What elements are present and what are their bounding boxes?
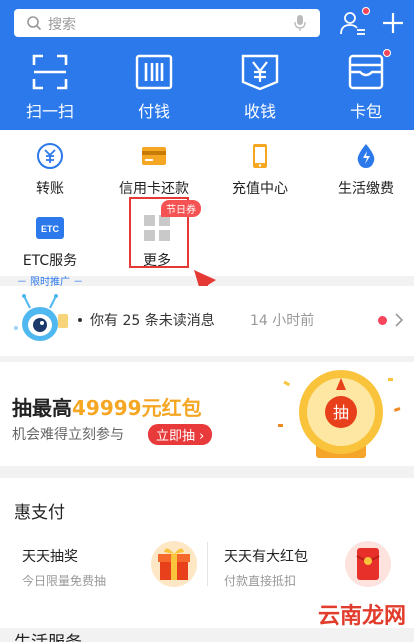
ant-mascot-icon [14, 294, 68, 341]
festival-coupon-badge: 节日券 [161, 200, 201, 217]
message-red-dot [378, 316, 387, 325]
card-divider [207, 542, 208, 586]
card-wallet-icon [348, 54, 384, 90]
message-bar[interactable]: 你有 25 条未读消息 14 小时前 [0, 286, 414, 356]
etc-icon: ETC [36, 217, 64, 239]
etc-icon-text: ETC [41, 224, 60, 234]
card-subtitle: 付款直接抵扣 [224, 574, 297, 588]
prize-wheel-icon: 抽 [278, 370, 401, 458]
chevron-right-icon [395, 313, 404, 327]
pay-button[interactable]: 付钱 [104, 52, 204, 122]
big-red-packet-card[interactable]: 天天有大红包 付款直接抵扣 [212, 534, 402, 594]
etc-button[interactable]: ETC ETC服务 － 限时推广 － [0, 214, 100, 288]
recharge-label: 充值中心 [232, 181, 288, 197]
notification-dot [362, 7, 370, 15]
phone-recharge-icon [253, 144, 267, 168]
collect-money-icon [241, 54, 279, 91]
search-placeholder: 搜索 [48, 17, 76, 33]
transfer-label: 转账 [36, 181, 64, 197]
recharge-button[interactable]: 充值中心 [210, 142, 310, 198]
red-packet-icon [345, 541, 391, 587]
card-wallet-button[interactable]: 卡包 [316, 49, 414, 122]
promo-headline: 抽最高49999元红包 [12, 392, 202, 421]
card-title: 天天抽奖 [22, 549, 78, 565]
draw-now-button[interactable]: 立即抽 › [148, 424, 213, 445]
transfer-button[interactable]: 转账 [0, 142, 100, 198]
credit-card-label: 信用卡还款 [119, 181, 189, 197]
transfer-icon [37, 143, 63, 169]
service-grid: 转账 信用卡还款 充值中心 生活缴费 ETC ETC服务 － 限时推广 － 更多… [0, 130, 414, 288]
collect-label: 收钱 [243, 102, 276, 121]
promo-amount: 49999元红包 [72, 396, 202, 420]
promo-prefix: 抽最高 [12, 396, 72, 420]
wheel-text: 抽 [333, 403, 349, 422]
pay-label: 付钱 [137, 102, 170, 121]
message-time: 14 小时前 [250, 313, 315, 329]
scan-button[interactable]: 扫一扫 [0, 52, 100, 122]
gift-box-icon [151, 541, 197, 587]
card-wallet-label: 卡包 [349, 102, 382, 121]
card-title: 天天有大红包 [224, 549, 308, 565]
card-wallet-dot [383, 49, 391, 57]
watermark: 云南龙网 [317, 604, 406, 629]
utility-label: 生活缴费 [338, 181, 394, 197]
search-bar[interactable]: 搜索 [14, 9, 320, 37]
scan-label: 扫一扫 [25, 102, 74, 121]
collect-button[interactable]: 收钱 [210, 52, 310, 122]
pay-barcode-icon [135, 54, 173, 90]
utility-button[interactable]: 生活缴费 [316, 142, 414, 198]
search-icon [27, 16, 42, 31]
credit-card-icon [142, 147, 166, 165]
unread-message-text: 你有 25 条未读消息 [90, 313, 215, 329]
plus-icon[interactable] [378, 8, 408, 38]
header-bar: 搜索 扫一扫 付钱 收钱 卡包 [0, 0, 414, 130]
lottery-banner[interactable]: 抽最高49999元红包 机会难得立刻参与 立即抽 › 抽 [0, 362, 414, 466]
daily-lottery-card[interactable]: 天天抽奖 今日限量免费抽 [10, 534, 200, 594]
card-subtitle: 今日限量免费抽 [22, 574, 107, 588]
hui-pay-title: 惠支付 [14, 503, 65, 523]
utility-drop-icon [357, 144, 375, 168]
life-service-title: 生活服务 [14, 628, 82, 642]
scan-icon [32, 54, 68, 90]
bullet-dot [78, 318, 82, 322]
microphone-icon[interactable] [294, 14, 306, 32]
credit-card-button[interactable]: 信用卡还款 [104, 142, 204, 198]
etc-label: ETC服务 [22, 253, 78, 269]
promo-subtext: 机会难得立刻参与 [12, 427, 124, 443]
